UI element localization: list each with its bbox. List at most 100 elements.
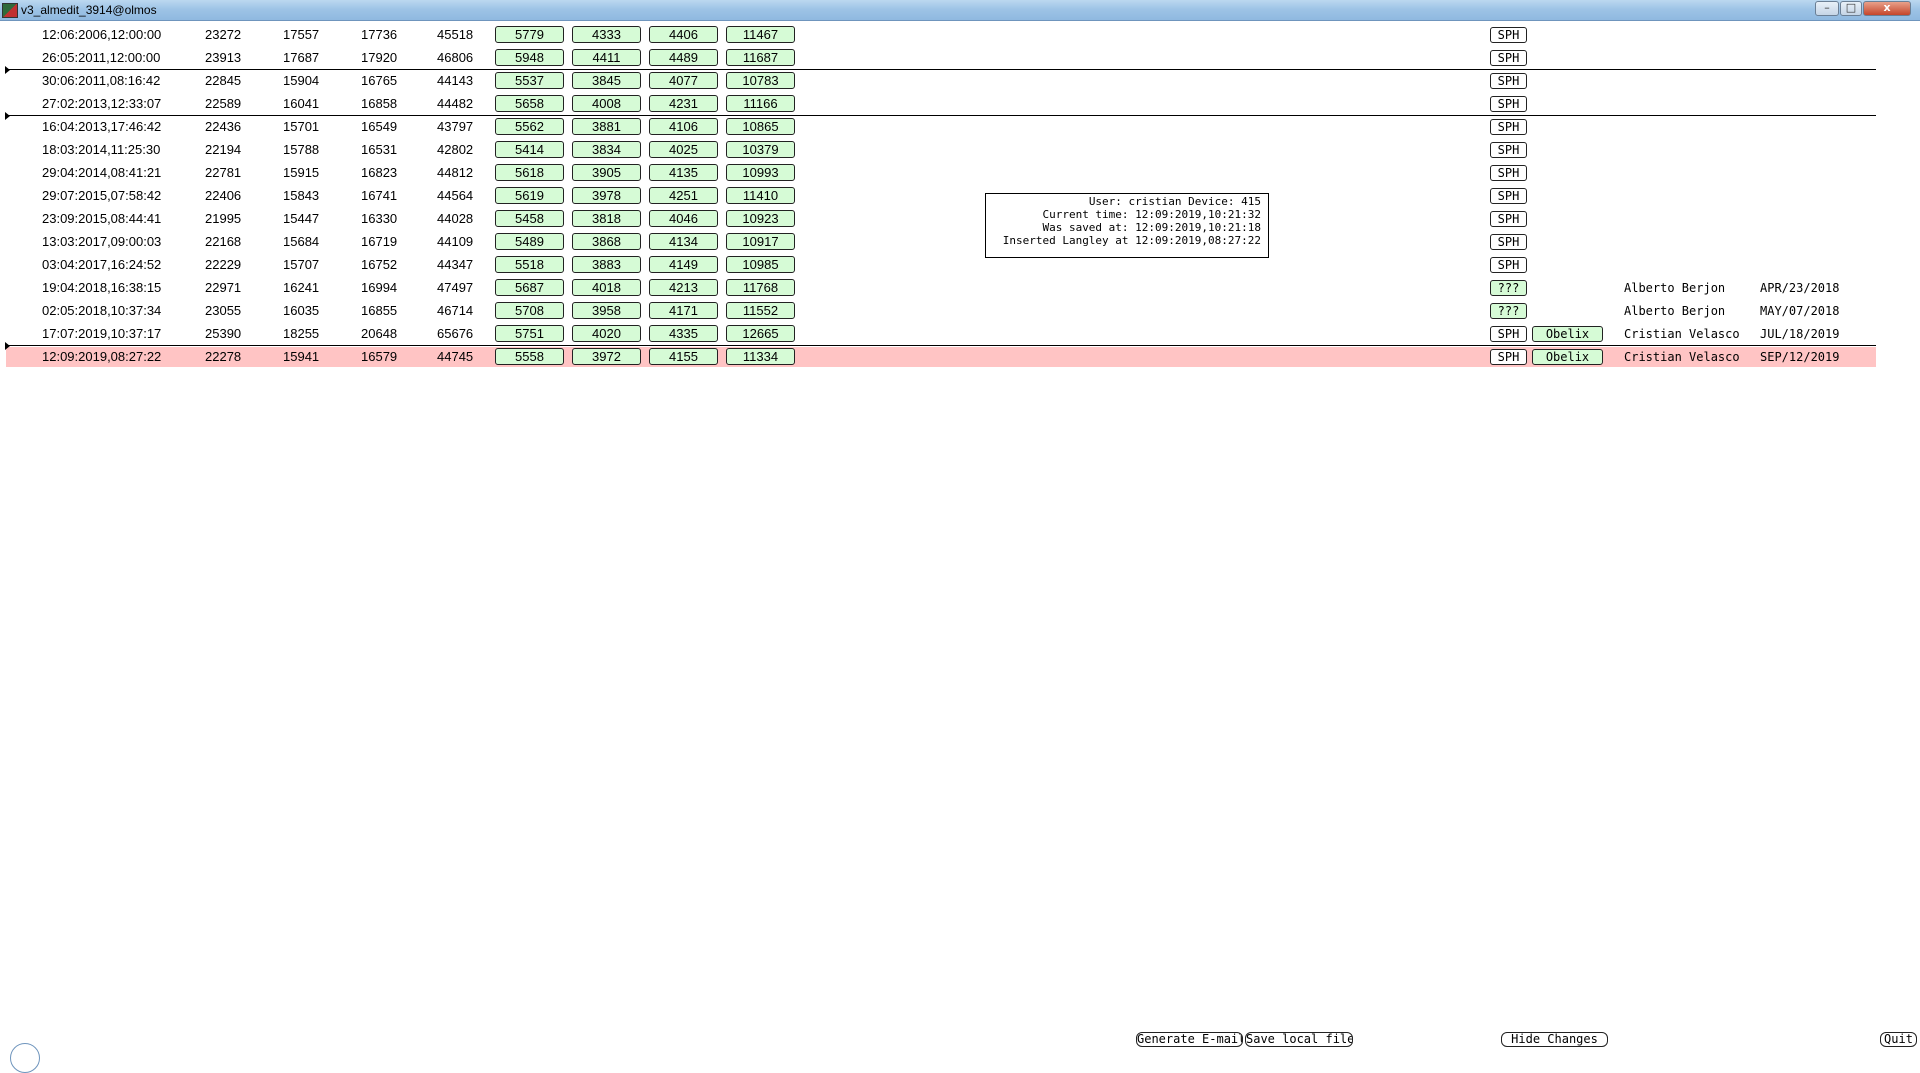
value-button-2[interactable]: 4018 (572, 279, 641, 296)
value-button-1[interactable]: 5619 (495, 187, 564, 204)
table-row[interactable]: 17:07:2019,10:37:17 25390 18255 20648 65676 5… (0, 324, 1920, 347)
save-local-file-button[interactable]: Save local file (1245, 1032, 1353, 1047)
value-button-2[interactable]: 3868 (572, 233, 641, 250)
value-button-4[interactable]: 11552 (726, 302, 795, 319)
value-button-4[interactable]: 10379 (726, 141, 795, 158)
status-button[interactable]: SPH (1490, 96, 1527, 112)
value-button-2[interactable]: 4008 (572, 95, 641, 112)
status-button[interactable]: ??? (1490, 303, 1527, 319)
value-button-2[interactable]: 3905 (572, 164, 641, 181)
value-button-4[interactable]: 10923 (726, 210, 795, 227)
status-button[interactable]: SPH (1490, 119, 1527, 135)
value-button-3[interactable]: 4171 (649, 302, 718, 319)
table-row[interactable]: 02:05:2018,10:37:34 23055 16035 16855 46714 5… (0, 301, 1920, 324)
value-button-4[interactable]: 12665 (726, 325, 795, 342)
status-button[interactable]: SPH (1490, 349, 1527, 365)
value-button-1[interactable]: 5687 (495, 279, 564, 296)
status-button[interactable]: ??? (1490, 280, 1527, 296)
value-button-3[interactable]: 4251 (649, 187, 718, 204)
value-button-3[interactable]: 4134 (649, 233, 718, 250)
maximize-button[interactable]: □ (1840, 1, 1862, 16)
value-button-4[interactable]: 11467 (726, 26, 795, 43)
value-button-3[interactable]: 4135 (649, 164, 718, 181)
value-button-1[interactable]: 5558 (495, 348, 564, 365)
value-button-4[interactable]: 10783 (726, 72, 795, 89)
value-button-4[interactable]: 10865 (726, 118, 795, 135)
value-button-1[interactable]: 5414 (495, 141, 564, 158)
value-button-2[interactable]: 3845 (572, 72, 641, 89)
value-button-1[interactable]: 5518 (495, 256, 564, 273)
value-button-4[interactable]: 11410 (726, 187, 795, 204)
value-button-1[interactable]: 5562 (495, 118, 564, 135)
value-button-2[interactable]: 3834 (572, 141, 641, 158)
table-row[interactable]: 16:04:2013,17:46:42 22436 15701 16549 43797 5… (0, 112, 1920, 140)
status-button[interactable]: SPH (1490, 211, 1527, 227)
value-button-2[interactable]: 3883 (572, 256, 641, 273)
table-row[interactable]: 29:07:2015,07:58:42 22406 15843 16741 44564 5… (0, 186, 1920, 209)
status-button[interactable]: SPH (1490, 326, 1527, 342)
value-button-4[interactable]: 11334 (726, 348, 795, 365)
status-button[interactable]: SPH (1490, 257, 1527, 273)
value-button-3[interactable]: 4155 (649, 348, 718, 365)
table-row[interactable]: 12:09:2019,08:27:22 22278 15941 16579 44745 5… (0, 342, 1920, 370)
value-button-3[interactable]: 4335 (649, 325, 718, 342)
table-row[interactable]: 23:09:2015,08:44:41 21995 15447 16330 44028 5… (0, 209, 1920, 232)
table-row[interactable]: 03:04:2017,16:24:52 22229 15707 16752 44347 5… (0, 255, 1920, 278)
status-button[interactable]: SPH (1490, 188, 1527, 204)
table-row[interactable]: 26:05:2011,12:00:00 23913 17687 17920 46806 5… (0, 48, 1920, 71)
value-button-4[interactable]: 10993 (726, 164, 795, 181)
value-button-3[interactable]: 4213 (649, 279, 718, 296)
obelix-button[interactable]: Obelix (1532, 349, 1603, 365)
value-button-2[interactable]: 3818 (572, 210, 641, 227)
value-button-2[interactable]: 3958 (572, 302, 641, 319)
status-button[interactable]: SPH (1490, 73, 1527, 89)
value-button-1[interactable]: 5708 (495, 302, 564, 319)
table-row[interactable]: 13:03:2017,09:00:03 22168 15684 16719 44109 5… (0, 232, 1920, 255)
close-button[interactable]: x (1863, 1, 1911, 16)
status-button[interactable]: SPH (1490, 50, 1527, 66)
value-button-3[interactable]: 4106 (649, 118, 718, 135)
value-button-1[interactable]: 5751 (495, 325, 564, 342)
table-row[interactable]: 18:03:2014,11:25:30 22194 15788 16531 42802 5… (0, 140, 1920, 163)
value-button-1[interactable]: 5618 (495, 164, 564, 181)
value-button-2[interactable]: 3972 (572, 348, 641, 365)
status-button[interactable]: SPH (1490, 234, 1527, 250)
status-button[interactable]: SPH (1490, 165, 1527, 181)
value-button-2[interactable]: 4020 (572, 325, 641, 342)
value-button-3[interactable]: 4231 (649, 95, 718, 112)
obelix-button[interactable]: Obelix (1532, 326, 1603, 342)
hide-changes-button[interactable]: Hide Changes (1501, 1032, 1608, 1047)
value-button-3[interactable]: 4025 (649, 141, 718, 158)
status-button[interactable]: SPH (1490, 27, 1527, 43)
value-button-1[interactable]: 5489 (495, 233, 564, 250)
quit-button[interactable]: Quit (1880, 1032, 1917, 1047)
value-button-3[interactable]: 4046 (649, 210, 718, 227)
value-button-4[interactable]: 11166 (726, 95, 795, 112)
value-button-3[interactable]: 4149 (649, 256, 718, 273)
start-orb-icon[interactable] (10, 1043, 40, 1073)
value-button-4[interactable]: 11768 (726, 279, 795, 296)
value-button-2[interactable]: 4333 (572, 26, 641, 43)
value-button-3[interactable]: 4077 (649, 72, 718, 89)
value-button-4[interactable]: 11687 (726, 49, 795, 66)
value-button-3[interactable]: 4489 (649, 49, 718, 66)
value-button-2[interactable]: 3978 (572, 187, 641, 204)
value-button-4[interactable]: 10917 (726, 233, 795, 250)
value-button-2[interactable]: 3881 (572, 118, 641, 135)
table-row[interactable]: 19:04:2018,16:38:15 22971 16241 16994 47497 5… (0, 278, 1920, 301)
value-button-1[interactable]: 5458 (495, 210, 564, 227)
generate-email-button[interactable]: Generate E-mail (1136, 1032, 1243, 1047)
value-button-1[interactable]: 5948 (495, 49, 564, 66)
table-row[interactable]: 29:04:2014,08:41:21 22781 15915 16823 44812 5… (0, 163, 1920, 186)
minimize-button[interactable]: – (1815, 1, 1839, 16)
table-row[interactable]: 27:02:2013,12:33:07 22589 16041 16858 44482 5… (0, 94, 1920, 117)
status-button[interactable]: SPH (1490, 142, 1527, 158)
value-button-3[interactable]: 4406 (649, 26, 718, 43)
table-row[interactable]: 30:06:2011,08:16:42 22845 15904 16765 44143 5… (0, 66, 1920, 94)
value-button-4[interactable]: 10985 (726, 256, 795, 273)
value-button-2[interactable]: 4411 (572, 49, 641, 66)
value-button-1[interactable]: 5537 (495, 72, 564, 89)
value-button-1[interactable]: 5658 (495, 95, 564, 112)
value-button-1[interactable]: 5779 (495, 26, 564, 43)
table-row[interactable]: 12:06:2006,12:00:00 23272 17557 17736 45518 5… (0, 25, 1920, 48)
